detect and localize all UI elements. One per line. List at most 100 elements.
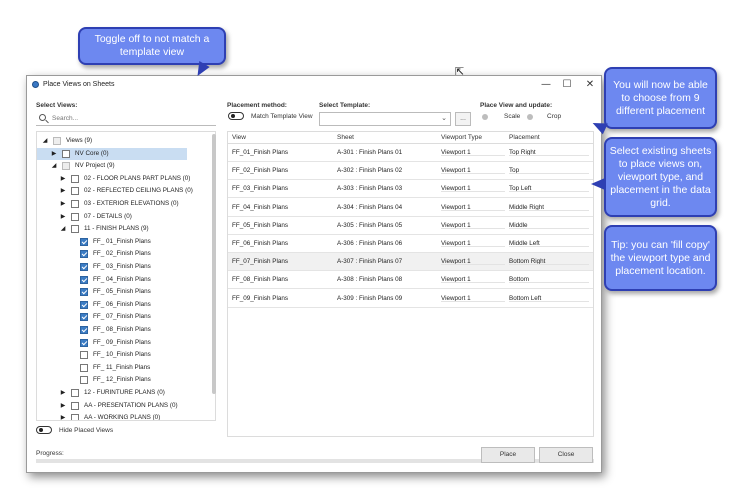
cell-sheet[interactable]: A-308 : Finish Plans 08 <box>337 276 402 283</box>
tree-item[interactable]: FF_ 06_Finish Plans <box>37 299 207 311</box>
cell-view[interactable]: FF_03_Finish Plans <box>232 185 288 192</box>
tree-item[interactable]: FF_ 03_Finish Plans <box>37 261 207 273</box>
close-window-button[interactable]: ✕ <box>583 79 597 91</box>
table-row[interactable]: FF_05_Finish Plans A-305 : Finish Plans 0… <box>228 217 593 235</box>
tree-item-checkbox[interactable] <box>80 288 88 297</box>
cell-view[interactable]: FF_05_Finish Plans <box>232 222 288 229</box>
cell-sheet[interactable]: A-309 : Finish Plans 09 <box>337 295 402 302</box>
cell-sheet[interactable]: A-302 : Finish Plans 02 <box>337 167 402 174</box>
tree-item-checkbox[interactable] <box>80 326 88 334</box>
tree-item[interactable]: FF_ 10_Finish Plans <box>37 349 207 361</box>
hide-placed-toggle[interactable] <box>36 426 52 434</box>
cell-sheet[interactable]: A-306 : Finish Plans 06 <box>337 240 402 247</box>
expand-chevron-icon[interactable]: ▶ <box>59 211 67 223</box>
maximize-button[interactable]: ☐ <box>560 79 574 91</box>
cell-sheet[interactable]: A-305 : Finish Plans 05 <box>337 222 402 229</box>
tree-scrollbar[interactable] <box>212 134 216 394</box>
scale-option[interactable] <box>482 114 488 120</box>
tree-item-checkbox[interactable] <box>80 250 88 259</box>
table-row[interactable]: FF_01_Finish Plans A-301 : Finish Plans 0… <box>228 144 593 162</box>
tree-item-checkbox[interactable] <box>71 389 79 397</box>
tree-item[interactable]: ▶ NV Core (0) <box>37 147 187 160</box>
cell-view[interactable]: FF_06_Finish Plans <box>232 240 288 247</box>
collapse-chevron-icon[interactable]: ◢ <box>41 135 49 147</box>
expand-chevron-icon[interactable]: ▶ <box>59 198 67 210</box>
tree-item[interactable]: FF_ 04_Finish Plans <box>37 274 207 286</box>
tree-item[interactable]: FF_ 12_Finish Plans <box>37 374 207 386</box>
views-tree[interactable]: ◢ Views (9) ▶ NV Core (0) ◢ NV Project (9) ▶ 02… <box>36 131 216 421</box>
tree-item-checkbox[interactable] <box>53 137 61 145</box>
table-row[interactable]: FF_03_Finish Plans A-303 : Finish Plans 0… <box>228 180 593 199</box>
tree-item[interactable]: ▶ 02 - REFLECTED CEILING PLANS (0) <box>37 185 207 197</box>
collapse-chevron-icon[interactable]: ◢ <box>59 223 67 235</box>
tree-item-checkbox[interactable] <box>80 237 88 246</box>
search-box[interactable] <box>36 112 216 126</box>
tree-item[interactable]: ◢ 11 - FINISH PLANS (9) <box>37 223 207 235</box>
tree-item-checkbox[interactable] <box>71 225 79 234</box>
tree-item-checkbox[interactable] <box>62 149 70 158</box>
column-header-placement[interactable]: Placement <box>509 134 540 141</box>
expand-chevron-icon[interactable]: ▶ <box>59 387 67 399</box>
cell-sheet[interactable]: A-301 : Finish Plans 01 <box>337 149 402 156</box>
close-button[interactable]: Close <box>539 447 593 463</box>
column-header-viewport-type[interactable]: Viewport Type <box>441 134 482 141</box>
collapse-chevron-icon[interactable]: ◢ <box>50 160 58 172</box>
tree-item[interactable]: ▶ AA - WORKING PLANS (0) <box>37 412 207 420</box>
tree-item-checkbox[interactable] <box>80 351 88 360</box>
tree-item-checkbox[interactable] <box>80 300 88 309</box>
tree-item[interactable]: ▶ 03 - EXTERIOR ELEVATIONS (0) <box>37 198 207 210</box>
tree-item-checkbox[interactable] <box>71 174 79 183</box>
expand-chevron-icon[interactable]: ▶ <box>59 173 67 185</box>
table-row[interactable]: FF_02_Finish Plans A-302 : Finish Plans 0… <box>228 162 593 181</box>
tree-item-checkbox[interactable] <box>71 187 79 196</box>
column-header-sheet[interactable]: Sheet <box>337 134 354 141</box>
table-row[interactable]: FF_07_Finish Plans A-307 : Finish Plans 0… <box>228 253 593 272</box>
expand-chevron-icon[interactable]: ▶ <box>59 412 67 420</box>
cell-sheet[interactable]: A-304 : Finish Plans 04 <box>337 204 402 211</box>
tree-item-checkbox[interactable] <box>62 162 70 171</box>
cell-sheet[interactable]: A-303 : Finish Plans 03 <box>337 185 402 192</box>
tree-item[interactable]: ▶ AA - PRESENTATION PLANS (0) <box>37 400 207 412</box>
tree-item-checkbox[interactable] <box>80 313 88 322</box>
match-template-toggle[interactable] <box>228 112 244 120</box>
tree-item[interactable]: FF_ 01_Finish Plans <box>37 236 207 248</box>
tree-item-checkbox[interactable] <box>80 363 88 372</box>
tree-item-checkbox[interactable] <box>80 338 88 347</box>
title-bar[interactable]: Place Views on Sheets — ☐ ✕ <box>27 76 601 94</box>
place-button[interactable]: Place <box>481 447 535 463</box>
cell-view[interactable]: FF_08_Finish Plans <box>232 276 288 283</box>
tree-item-checkbox[interactable] <box>71 401 79 410</box>
template-browse-button[interactable]: ... <box>455 112 471 126</box>
table-row[interactable]: FF_08_Finish Plans A-308 : Finish Plans 0… <box>228 271 593 290</box>
tree-item-checkbox[interactable] <box>71 414 79 420</box>
tree-item[interactable]: FF_ 08_Finish Plans <box>37 324 207 336</box>
expand-chevron-icon[interactable]: ▶ <box>59 400 67 412</box>
tree-item[interactable]: FF_ 11_Finish Plans <box>37 362 207 374</box>
template-select[interactable]: ⌄ <box>319 112 451 126</box>
tree-item[interactable]: FF_ 02_Finish Plans <box>37 248 207 260</box>
tree-item-checkbox[interactable] <box>80 376 88 385</box>
tree-item-checkbox[interactable] <box>80 275 88 284</box>
table-row[interactable]: FF_04_Finish Plans A-304 : Finish Plans 0… <box>228 199 593 217</box>
tree-item-checkbox[interactable] <box>71 212 79 221</box>
tree-item[interactable]: FF_ 05_Finish Plans <box>37 286 207 298</box>
cell-view[interactable]: FF_01_Finish Plans <box>232 149 288 156</box>
search-input[interactable] <box>52 113 212 124</box>
crop-option[interactable] <box>527 114 533 120</box>
table-row[interactable]: FF_09_Finish Plans A-309 : Finish Plans 0… <box>228 290 593 308</box>
tree-item[interactable]: ▶ 07 - DETAILS (0) <box>37 211 207 223</box>
cell-sheet[interactable]: A-307 : Finish Plans 07 <box>337 258 402 265</box>
minimize-button[interactable]: — <box>539 79 553 91</box>
cell-view[interactable]: FF_07_Finish Plans <box>232 258 288 265</box>
tree-item[interactable]: ▶ 12 - FURINTURE PLANS (0) <box>37 387 207 399</box>
tree-item-checkbox[interactable] <box>80 263 88 271</box>
tree-item[interactable]: FF_ 09_Finish Plans <box>37 337 207 349</box>
tree-item[interactable]: ◢ Views (9) <box>37 135 207 147</box>
cell-view[interactable]: FF_02_Finish Plans <box>232 167 288 174</box>
table-row[interactable]: FF_06_Finish Plans A-306 : Finish Plans 0… <box>228 235 593 253</box>
column-header-view[interactable]: View <box>232 134 246 141</box>
cell-view[interactable]: FF_04_Finish Plans <box>232 204 288 211</box>
expand-chevron-icon[interactable]: ▶ <box>50 148 58 160</box>
tree-item[interactable]: ▶ 02 - FLOOR PLANS PART PLANS (0) <box>37 173 207 185</box>
expand-chevron-icon[interactable]: ▶ <box>59 185 67 197</box>
